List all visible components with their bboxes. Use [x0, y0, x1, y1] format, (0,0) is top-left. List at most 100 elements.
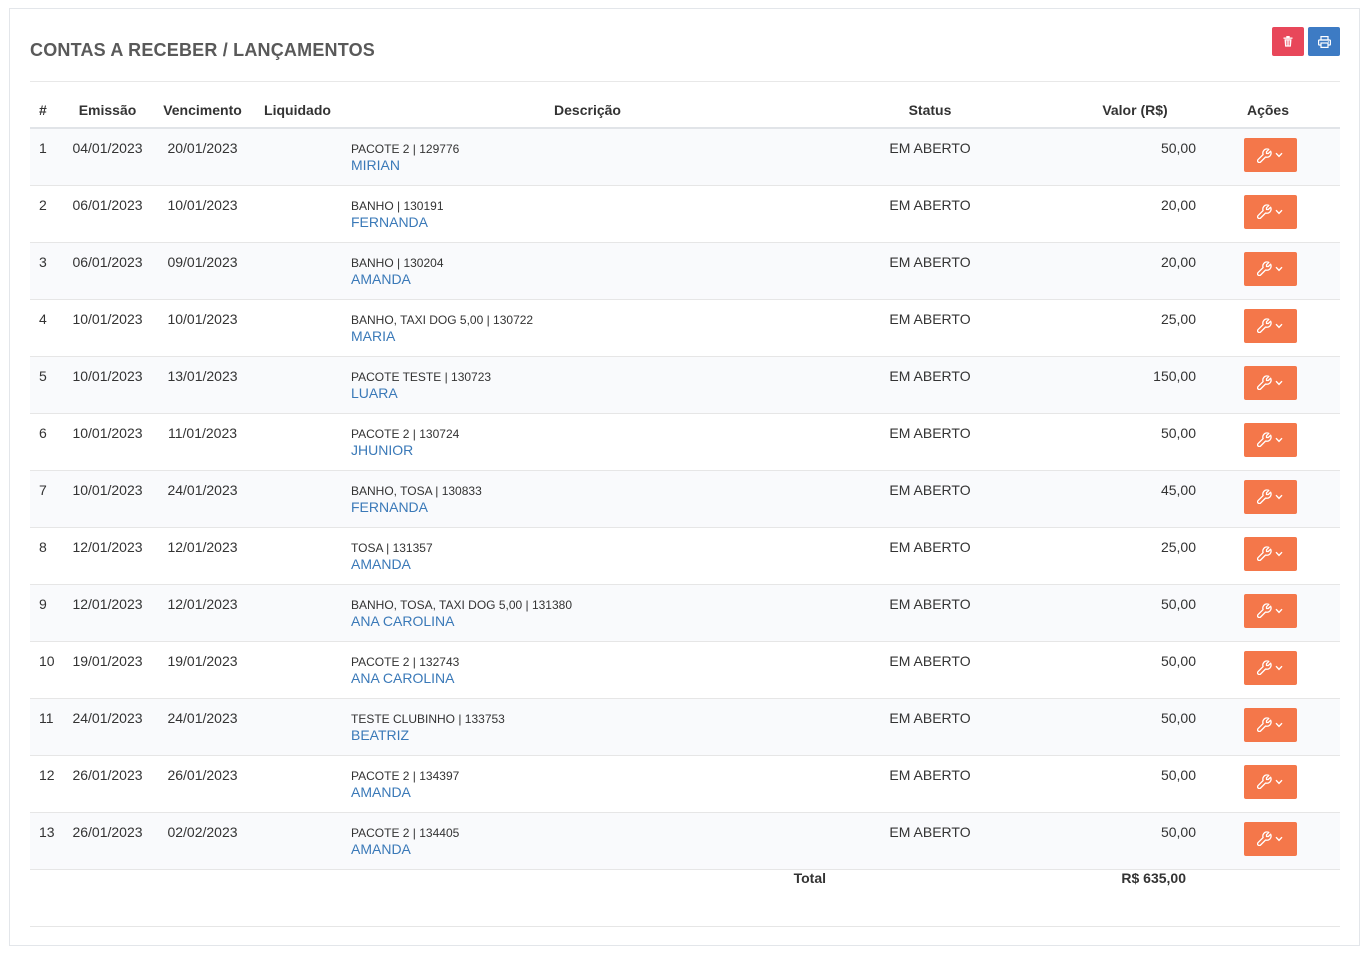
chevron-down-icon [1275, 209, 1283, 214]
col-header-emissao: Emissão [60, 92, 155, 129]
actions-dropdown-button[interactable] [1243, 650, 1297, 685]
print-button[interactable] [1308, 27, 1340, 56]
client-link[interactable]: FERNANDA [345, 213, 830, 232]
total-value: R$ 635,00 [1030, 869, 1200, 927]
trash-icon [1283, 36, 1293, 47]
status-text: EM ABERTO [830, 185, 1030, 243]
actions-dropdown-button[interactable] [1243, 536, 1297, 571]
client-link[interactable]: FERNANDA [345, 498, 830, 517]
client-link[interactable]: AMANDA [345, 270, 830, 289]
value-amount: 50,00 [1030, 698, 1200, 756]
status-text: EM ABERTO [830, 641, 1030, 699]
description-text: BANHO, TAXI DOG 5,00 | 130722 [351, 312, 534, 327]
table-row: 1 04/01/2023 20/01/2023 PACOTE 2 | 12977… [30, 128, 1340, 186]
liquidado-date [250, 299, 345, 357]
liquidado-date [250, 584, 345, 642]
actions-dropdown-button[interactable] [1243, 707, 1297, 742]
table-row: 9 12/01/2023 12/01/2023 BANHO, TOSA, TAX… [30, 584, 1340, 642]
actions-dropdown-button[interactable] [1243, 593, 1297, 628]
actions-cell [1200, 242, 1340, 300]
vencimento-date: 19/01/2023 [155, 641, 250, 699]
wrench-icon [1257, 489, 1272, 504]
status-text: EM ABERTO [830, 584, 1030, 642]
emissao-date: 12/01/2023 [60, 584, 155, 642]
value-amount: 45,00 [1030, 470, 1200, 528]
vencimento-date: 24/01/2023 [155, 698, 250, 756]
description-cell: PACOTE 2 | 129776 MIRIAN [345, 128, 830, 186]
col-header-num: # [30, 92, 60, 129]
row-number: 11 [30, 698, 60, 756]
actions-cell [1200, 698, 1340, 756]
actions-dropdown-button[interactable] [1243, 251, 1297, 286]
description-cell: BANHO, TOSA | 130833 FERNANDA [345, 470, 830, 528]
value-amount: 50,00 [1030, 812, 1200, 870]
liquidado-date [250, 755, 345, 813]
chevron-down-icon [1275, 836, 1283, 841]
delete-button[interactable] [1272, 27, 1304, 56]
description-cell: PACOTE 2 | 132743 ANA CAROLINA [345, 641, 830, 699]
col-header-descricao: Descrição [345, 92, 830, 129]
wrench-icon [1257, 147, 1272, 163]
actions-dropdown-button[interactable] [1243, 821, 1297, 856]
client-link[interactable]: AMANDA [345, 840, 830, 859]
description-text: PACOTE 2 | 134405 [351, 825, 460, 840]
description-text: BANHO, TOSA, TAXI DOG 5,00 | 131380 [351, 597, 572, 612]
col-header-vencimento: Vencimento [155, 92, 250, 129]
chevron-down-icon [1275, 494, 1283, 499]
row-number: 1 [30, 128, 60, 186]
wrench-icon [1257, 432, 1272, 447]
row-number: 8 [30, 527, 60, 585]
actions-cell [1200, 413, 1340, 471]
emissao-date: 24/01/2023 [60, 698, 155, 756]
emissao-date: 26/01/2023 [60, 755, 155, 813]
client-link[interactable]: JHUNIOR [345, 441, 830, 460]
value-amount: 50,00 [1030, 641, 1200, 699]
wrench-icon [1257, 717, 1272, 732]
table-row: 3 06/01/2023 09/01/2023 BANHO | 130204 A… [30, 242, 1340, 300]
row-number: 4 [30, 299, 60, 357]
col-header-status: Status [830, 92, 1030, 129]
client-link[interactable]: MIRIAN [345, 156, 830, 175]
actions-dropdown-button[interactable] [1243, 365, 1297, 400]
emissao-date: 12/01/2023 [60, 527, 155, 585]
table-total-row: Total R$ 635,00 [30, 869, 1340, 927]
description-cell: BANHO | 130191 FERNANDA [345, 185, 830, 243]
row-number: 13 [30, 812, 60, 870]
client-link[interactable]: BEATRIZ [345, 726, 830, 745]
vencimento-date: 12/01/2023 [155, 527, 250, 585]
client-link[interactable]: LUARA [345, 384, 830, 403]
actions-dropdown-button[interactable] [1243, 422, 1297, 457]
vencimento-date: 11/01/2023 [155, 413, 250, 471]
liquidado-date [250, 128, 345, 186]
client-link[interactable]: ANA CAROLINA [345, 669, 830, 688]
table-row: 4 10/01/2023 10/01/2023 BANHO, TAXI DOG … [30, 299, 1340, 357]
actions-dropdown-button[interactable] [1243, 194, 1297, 229]
description-cell: BANHO | 130204 AMANDA [345, 242, 830, 300]
chevron-down-icon [1275, 722, 1283, 727]
emissao-date: 06/01/2023 [60, 242, 155, 300]
client-link[interactable]: AMANDA [345, 555, 830, 574]
liquidado-date [250, 470, 345, 528]
row-number: 9 [30, 584, 60, 642]
value-amount: 20,00 [1030, 185, 1200, 243]
client-link[interactable]: AMANDA [345, 783, 830, 802]
vencimento-date: 12/01/2023 [155, 584, 250, 642]
chevron-down-icon [1275, 779, 1283, 784]
description-text: TESTE CLUBINHO | 133753 [351, 711, 505, 726]
client-link[interactable]: MARIA [345, 327, 830, 346]
description-text: BANHO | 130191 [351, 198, 444, 213]
actions-dropdown-button[interactable] [1243, 479, 1297, 514]
actions-dropdown-button[interactable] [1243, 138, 1297, 172]
actions-dropdown-button[interactable] [1243, 308, 1297, 343]
value-amount: 50,00 [1030, 755, 1200, 813]
row-number: 7 [30, 470, 60, 528]
status-text: EM ABERTO [830, 356, 1030, 414]
table-row: 6 10/01/2023 11/01/2023 PACOTE 2 | 13072… [30, 413, 1340, 471]
wrench-icon [1257, 546, 1272, 561]
actions-dropdown-button[interactable] [1243, 764, 1297, 799]
emissao-date: 10/01/2023 [60, 413, 155, 471]
client-link[interactable]: ANA CAROLINA [345, 612, 830, 631]
description-text: TOSA | 131357 [351, 540, 433, 555]
actions-cell [1200, 185, 1340, 243]
vencimento-date: 10/01/2023 [155, 185, 250, 243]
